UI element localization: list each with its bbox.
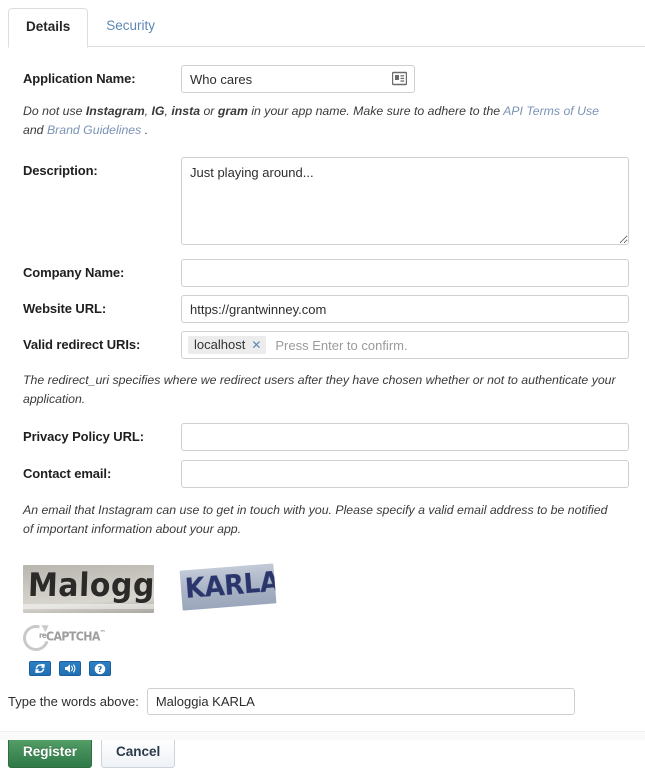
svg-text:?: ?: [98, 665, 103, 674]
refresh-challenge-button[interactable]: [29, 661, 51, 677]
form-actions: Register Cancel: [8, 737, 645, 768]
application-name-help: Do not use Instagram, IG, insta or gram …: [23, 102, 629, 140]
help-text-and: and: [23, 123, 47, 138]
company-name-label: Company Name:: [23, 265, 125, 281]
recaptcha-wordmark-tm: ™: [99, 629, 106, 638]
help-text-prefix: Do not use: [23, 104, 86, 118]
recaptcha-widget: Maloggia KARLA reCAPTCHA™ ?: [18, 563, 645, 680]
redirect-uri-placeholder: Press Enter to confirm.: [275, 337, 408, 353]
recaptcha-wordmark: reCAPTCHA™: [39, 629, 106, 645]
help-button[interactable]: ?: [89, 661, 111, 677]
contact-email-help: An email that Instagram can use to get i…: [23, 503, 608, 537]
row-website-url: Website URL:: [23, 295, 629, 324]
tab-details[interactable]: Details: [8, 8, 89, 48]
help-sep-3: or: [200, 104, 218, 118]
help-bold-ig: IG: [151, 104, 165, 118]
description-label: Description:: [23, 163, 98, 179]
captcha-word-2-text: KARLA: [183, 566, 277, 606]
audio-challenge-button[interactable]: [59, 661, 81, 677]
captcha-word-image-2: KARLA: [179, 563, 277, 611]
contact-email-input[interactable]: [181, 460, 629, 489]
valid-redirect-uris-input[interactable]: localhost ✕ Press Enter to confirm.: [181, 331, 629, 360]
page-bottom-strip: [0, 731, 645, 740]
contact-email-label: Contact email:: [23, 466, 112, 482]
captcha-controls: ?: [29, 661, 111, 677]
website-url-input[interactable]: [181, 295, 629, 324]
valid-redirect-uris-label: Valid redirect URIs:: [23, 337, 141, 353]
help-text-end: .: [141, 123, 149, 138]
tab-bar: Details Security: [0, 7, 645, 48]
recaptcha-wordmark-main: CAPTCHA: [46, 629, 100, 645]
captcha-answer-row: Type the words above:: [8, 688, 645, 716]
redirect-uri-tag: localhost ✕: [188, 336, 267, 355]
row-application-name: Application Name:: [23, 65, 629, 93]
application-name-input[interactable]: [181, 65, 415, 93]
privacy-policy-url-label: Privacy Policy URL:: [23, 429, 144, 445]
register-button[interactable]: Register: [8, 737, 93, 768]
tab-security-label: Security: [106, 18, 156, 33]
row-description: Description: Just playing around...: [23, 157, 629, 248]
application-details-form: Application Name: Do not use Instagram, …: [0, 65, 645, 539]
recaptcha-wordmark-pre: re: [39, 631, 47, 641]
help-sep-1: ,: [144, 104, 152, 118]
help-bold-instagram: Instagram: [85, 104, 145, 118]
help-text-mid: in your app name. Make sure to adhere to…: [247, 104, 504, 118]
row-valid-redirect-uris: Valid redirect URIs: localhost ✕ Press E…: [23, 331, 629, 360]
privacy-policy-url-input[interactable]: [181, 423, 629, 452]
website-url-label: Website URL:: [23, 301, 107, 317]
captcha-word-1-text: Maloggia: [27, 566, 154, 605]
captcha-answer-label: Type the words above:: [8, 694, 139, 710]
company-name-input[interactable]: [181, 259, 629, 288]
brand-guidelines-link[interactable]: Brand Guidelines: [47, 123, 141, 137]
help-bold-gram: gram: [217, 104, 248, 118]
application-name-label: Application Name:: [23, 71, 136, 86]
api-terms-of-use-link[interactable]: API Terms of Use: [503, 104, 599, 118]
captcha-word-image-1: Maloggia: [23, 565, 154, 614]
tab-security[interactable]: Security: [88, 7, 173, 47]
description-textarea[interactable]: Just playing around...: [181, 157, 629, 246]
row-company-name: Company Name:: [23, 259, 629, 288]
remove-tag-icon[interactable]: ✕: [251, 339, 261, 351]
cancel-button[interactable]: Cancel: [101, 737, 176, 768]
help-bold-insta: insta: [171, 104, 201, 118]
tab-details-label: Details: [26, 19, 71, 34]
row-contact-email: Contact email:: [23, 460, 629, 489]
redirect-uri-tag-label: localhost: [194, 337, 246, 353]
captcha-images: Maloggia KARLA: [23, 563, 645, 623]
redirect-uri-help: The redirect_uri specifies where we redi…: [23, 373, 616, 407]
recaptcha-logo: reCAPTCHA™: [18, 620, 107, 656]
row-privacy-policy-url: Privacy Policy URL:: [23, 423, 629, 452]
captcha-answer-input[interactable]: [146, 688, 575, 716]
